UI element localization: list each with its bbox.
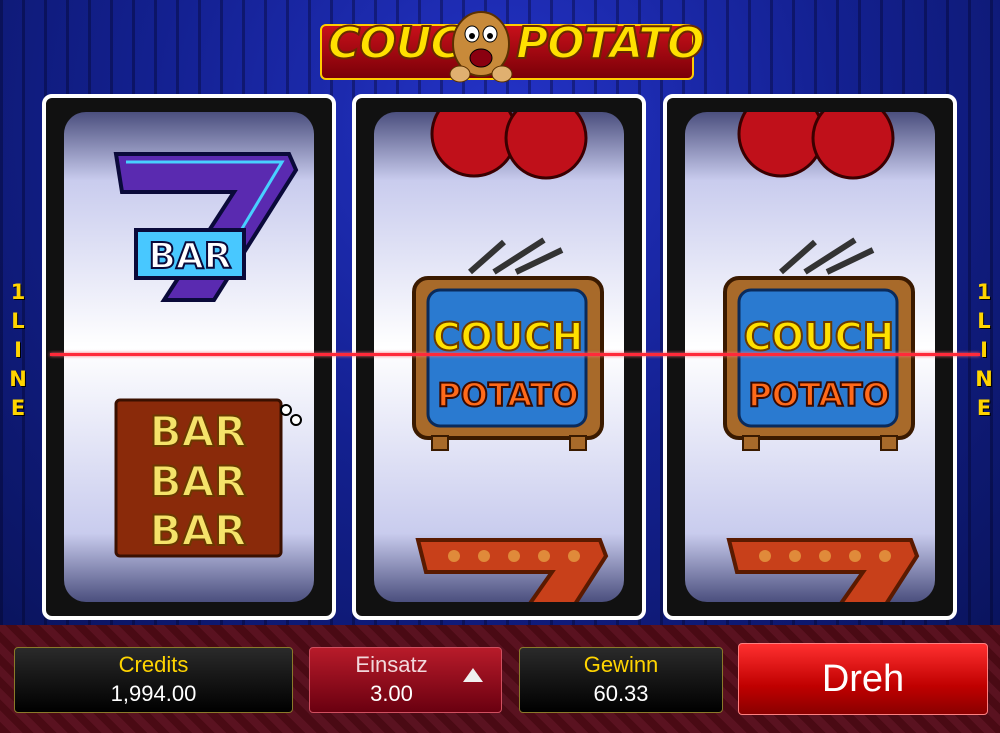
bet-increase-arrow-icon[interactable] — [463, 668, 483, 682]
reel-2: COUCH POTATO — [374, 112, 624, 602]
reel-1-symbols: BAR BAR BAR BAR — [113, 152, 302, 558]
line-letter: L — [11, 309, 25, 333]
triple-bar-symbol: BAR BAR BAR — [114, 398, 302, 558]
spin-button[interactable]: Dreh — [738, 643, 988, 715]
triple-bar-label-3: BAR — [150, 506, 247, 555]
win-panel: Gewinn 60.33 — [519, 647, 723, 713]
payline — [50, 353, 980, 356]
credits-panel: Credits 1,994.00 — [14, 647, 293, 713]
bet-button[interactable]: Einsatz 3.00 — [309, 647, 502, 713]
line-letter: L — [977, 309, 991, 333]
line-letter: I — [980, 338, 988, 362]
game-logo: COUCH POTATO — [320, 4, 706, 92]
line-indicator-left: 1 L I N E — [6, 278, 30, 423]
reel-1: BAR BAR BAR BAR — [64, 112, 314, 602]
seven-symbol — [726, 538, 920, 602]
line-indicator-right: 1 L I N E — [972, 278, 996, 423]
line-letter: E — [10, 396, 26, 420]
line-letter: N — [975, 367, 993, 391]
line-letter: E — [976, 396, 992, 420]
reel-frame-3: COUCH POTATO — [663, 94, 957, 620]
line-count: 1 — [976, 280, 992, 304]
potato-mascot-icon — [449, 11, 513, 83]
reel-2-symbols: COUCH POTATO — [412, 112, 609, 602]
game-stage: COUCH POTATO 1 L I N E 1 L I N E BAR BAR… — [0, 0, 1000, 625]
bet-value: 3.00 — [370, 681, 413, 706]
triple-bar-label-2: BAR — [150, 457, 247, 506]
reel-3: COUCH POTATO — [685, 112, 935, 602]
bet-label: Einsatz — [355, 652, 428, 677]
control-bar: Credits 1,994.00 Einsatz 3.00 Gewinn 60.… — [0, 625, 1000, 733]
reel-frame-1: BAR BAR BAR BAR — [42, 94, 336, 620]
tv-label-line2: POTATO — [748, 376, 889, 414]
triple-bar-label-1: BAR — [150, 407, 247, 456]
seven-bar-label: BAR — [148, 236, 231, 277]
logo-word-potato: POTATO — [515, 17, 706, 70]
line-letter: N — [9, 367, 27, 391]
win-value: 60.33 — [593, 681, 649, 706]
seven-symbol — [415, 538, 609, 602]
cherries-symbol — [737, 112, 895, 180]
win-label: Gewinn — [583, 652, 659, 677]
credits-value: 1,994.00 — [110, 681, 197, 706]
line-letter: I — [14, 338, 22, 362]
tv-label-line2: POTATO — [437, 376, 578, 414]
credits-label: Credits — [118, 652, 189, 677]
reel-frame-2: COUCH POTATO — [352, 94, 646, 620]
couch-potato-tv-symbol: COUCH POTATO — [412, 237, 604, 451]
reel-3-symbols: COUCH POTATO — [723, 112, 920, 602]
line-count: 1 — [10, 280, 26, 304]
couch-potato-tv-symbol: COUCH POTATO — [723, 237, 915, 451]
seven-bar-symbol: BAR — [113, 152, 299, 302]
cherries-symbol — [430, 112, 588, 180]
